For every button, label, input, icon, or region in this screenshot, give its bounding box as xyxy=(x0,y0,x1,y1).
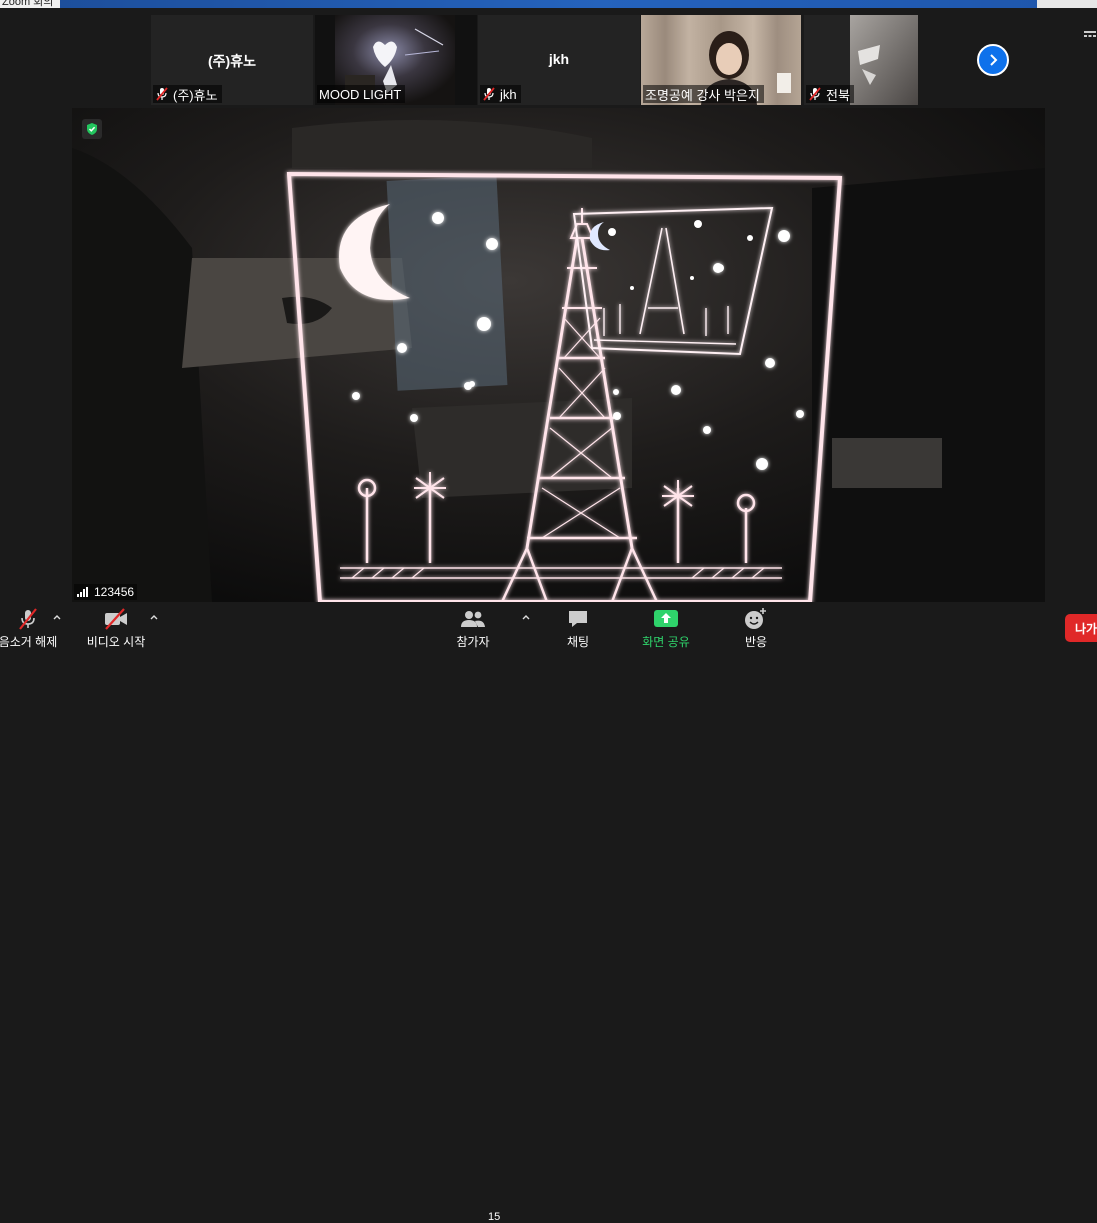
participant-video xyxy=(850,15,918,105)
unmute-label: 음소거 해제 xyxy=(0,635,58,649)
meeting-toolbar: 음소거 해제 비디오 시작 참가자 15 채팅 화면 공유 반응 xyxy=(0,602,1097,1223)
leave-label: 나가 xyxy=(1075,621,1097,636)
participant-tile[interactable]: 조명공예 강사 박은지 xyxy=(641,15,801,105)
participant-count-badge: 15 xyxy=(488,1211,501,1223)
speaker-label: 123456 xyxy=(74,584,138,600)
participants-button[interactable]: 참가자 xyxy=(450,606,496,650)
encryption-shield-icon[interactable] xyxy=(82,119,102,139)
start-video-label: 비디오 시작 xyxy=(86,635,146,649)
window-titlebar: Zoom 회의 xyxy=(0,0,1097,8)
participant-tile[interactable]: MOOD LIGHT xyxy=(315,15,477,105)
participant-label-text: MOOD LIGHT xyxy=(319,86,402,102)
participant-strip: (주)휴노 (주)휴노 MOOD LIGHT jkh jkh 조명공예 강사 박… xyxy=(0,8,1097,108)
participant-label: 전북 xyxy=(806,85,854,103)
share-screen-button[interactable]: 화면 공유 xyxy=(636,606,696,650)
share-screen-label: 화면 공유 xyxy=(642,635,690,649)
microphone-muted-icon xyxy=(155,87,169,101)
participant-label-text: jkh xyxy=(500,86,517,102)
start-video-button[interactable]: 비디오 시작 xyxy=(82,606,150,650)
participant-name: (주)휴노 xyxy=(208,53,256,69)
participant-label: jkh xyxy=(480,85,521,103)
chat-label: 채팅 xyxy=(566,635,590,649)
unmute-button[interactable]: 음소거 해제 xyxy=(0,606,60,650)
microphone-muted-icon xyxy=(482,87,496,101)
participants-icon xyxy=(459,606,487,631)
audio-options-chevron-icon[interactable] xyxy=(52,612,62,622)
video-options-chevron-icon[interactable] xyxy=(149,612,159,622)
participant-tile[interactable]: (주)휴노 (주)휴노 xyxy=(151,15,313,105)
microphone-muted-icon xyxy=(808,87,822,101)
leave-button[interactable]: 나가 xyxy=(1065,614,1097,642)
reactions-button[interactable]: 반응 xyxy=(738,606,774,650)
window-title: Zoom 회의 xyxy=(2,0,54,8)
reactions-label: 반응 xyxy=(744,635,768,649)
participant-label-text: 전북 xyxy=(826,87,850,103)
view-options-icon[interactable] xyxy=(1083,28,1097,42)
chat-icon xyxy=(566,606,590,631)
participant-label-text: 조명공예 강사 박은지 xyxy=(645,87,760,103)
video-off-icon xyxy=(103,606,129,631)
participant-label-text: (주)휴노 xyxy=(173,87,218,103)
participants-label: 참가자 xyxy=(456,635,490,649)
participant-tile[interactable]: 전북 xyxy=(804,15,918,105)
participant-label: (주)휴노 xyxy=(153,85,222,103)
speaker-name: 123456 xyxy=(94,585,135,599)
participant-label: MOOD LIGHT xyxy=(317,85,406,103)
participant-label: 조명공예 강사 박은지 xyxy=(643,85,764,103)
microphone-muted-icon xyxy=(16,606,40,631)
participants-options-chevron-icon[interactable] xyxy=(521,612,531,622)
smiley-add-icon xyxy=(743,606,769,631)
next-page-button[interactable] xyxy=(977,44,1009,76)
participant-name: jkh xyxy=(548,51,570,67)
participant-tile[interactable]: jkh jkh xyxy=(478,15,640,105)
share-screen-icon xyxy=(653,606,679,631)
main-video xyxy=(72,108,1045,602)
chat-button[interactable]: 채팅 xyxy=(558,606,598,650)
chevron-right-icon xyxy=(990,54,998,66)
signal-strength-icon xyxy=(77,587,89,597)
main-video-frame xyxy=(72,108,1045,602)
